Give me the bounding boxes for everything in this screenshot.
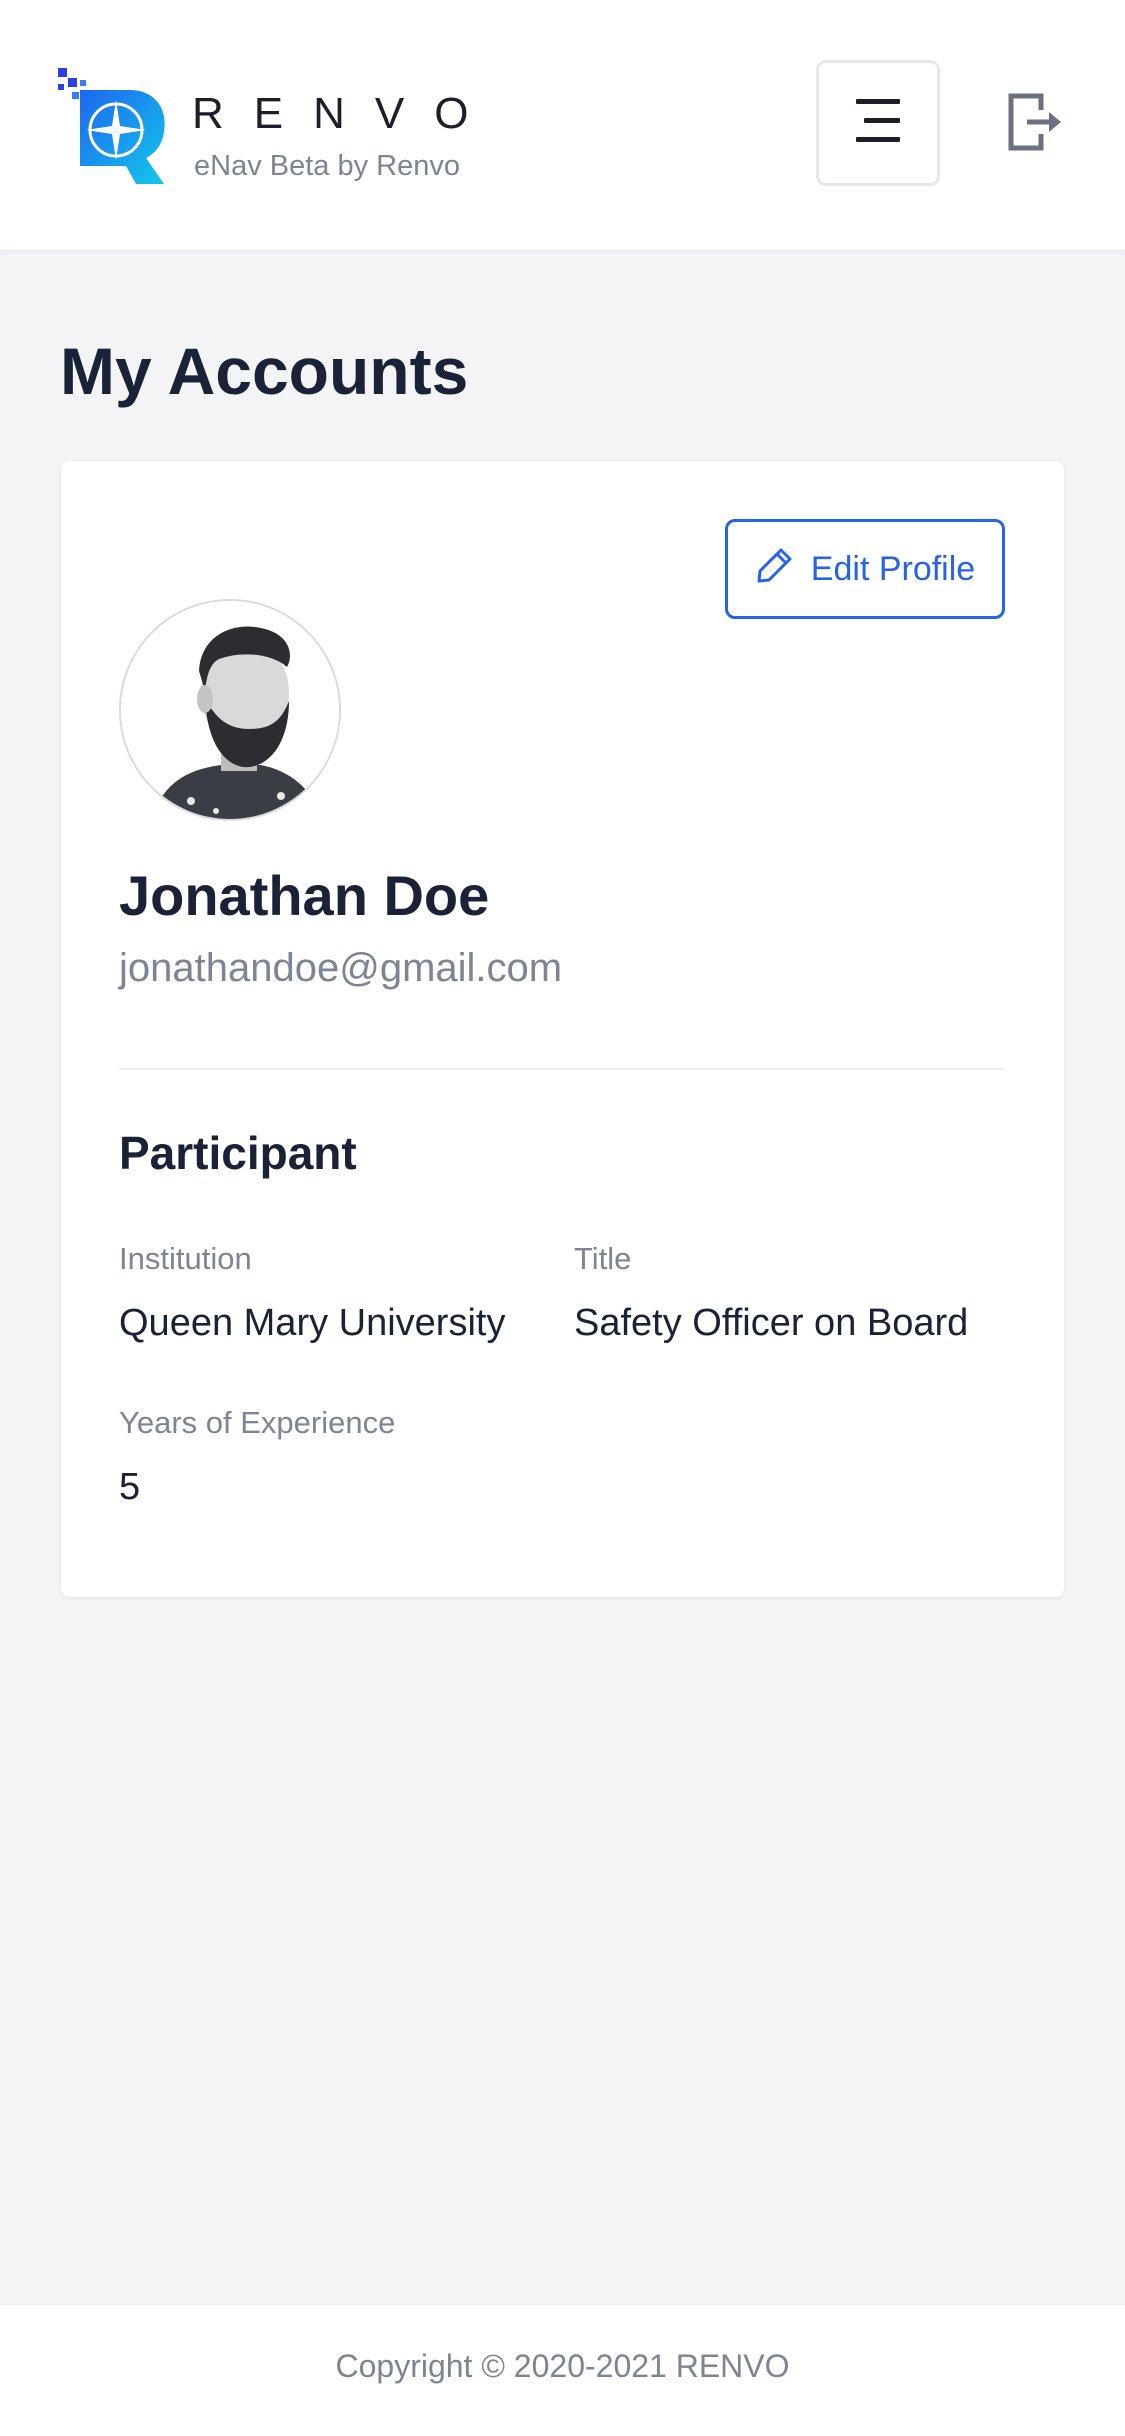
app-header: RENVO eNav Beta by Renvo — [0, 0, 1125, 251]
participant-section-title: Participant — [119, 1127, 357, 1179]
pencil-icon — [755, 545, 795, 594]
institution-value: Queen Mary University — [119, 1302, 506, 1344]
page-title: My Accounts — [60, 334, 469, 408]
profile-card: Edit Profile Jonathan Doe jonathandoe@gm… — [60, 460, 1065, 1598]
brand-subtitle: eNav Beta by Renvo — [194, 150, 460, 182]
brand-name: RENVO — [192, 89, 499, 138]
copyright-text: Copyright © 2020-2021 RENVO — [335, 2348, 790, 2384]
title-value: Safety Officer on Board — [574, 1302, 969, 1344]
renvo-logo-icon[interactable] — [58, 66, 168, 186]
menu-button[interactable] — [816, 60, 940, 186]
experience-label: Years of Experience — [119, 1405, 396, 1440]
logout-icon — [1005, 90, 1065, 159]
institution-label: Institution — [119, 1241, 252, 1276]
user-avatar — [119, 599, 341, 821]
user-email: jonathandoe@gmail.com — [119, 946, 563, 990]
title-label: Title — [574, 1241, 632, 1276]
experience-value: 5 — [119, 1466, 141, 1508]
user-name: Jonathan Doe — [119, 864, 490, 927]
logout-button[interactable] — [1000, 92, 1070, 156]
footer: Copyright © 2020-2021 RENVO — [0, 2304, 1125, 2436]
edit-profile-label: Edit Profile — [810, 549, 976, 588]
divider — [119, 1068, 1005, 1070]
edit-profile-button[interactable]: Edit Profile — [725, 519, 1005, 619]
hamburger-menu-icon — [850, 96, 906, 151]
